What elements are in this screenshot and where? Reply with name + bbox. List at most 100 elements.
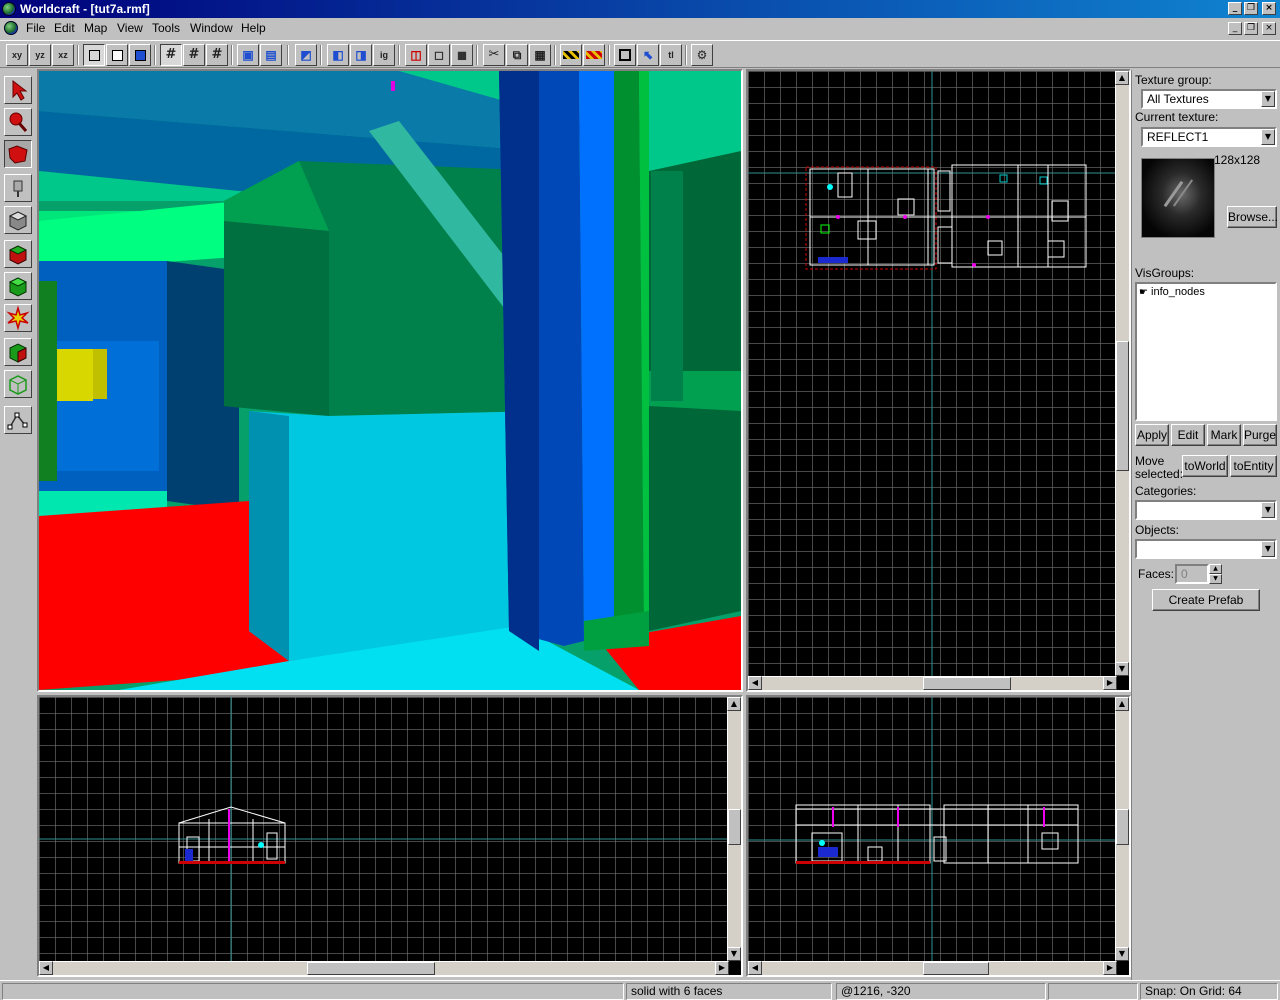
restore-button[interactable]: ❐ <box>1244 2 1258 15</box>
select-pointer-button[interactable]: ⬉ <box>637 44 659 66</box>
tie-to-entity-button[interactable]: ◩ <box>295 44 317 66</box>
scroll-thumb[interactable] <box>923 677 1011 690</box>
scroll-thumb[interactable] <box>1116 341 1129 471</box>
menu-view[interactable]: View <box>117 21 143 35</box>
magnify-tool[interactable] <box>4 108 32 136</box>
hide-selected-button[interactable]: ◧ <box>327 44 349 66</box>
path-tool[interactable] <box>4 406 32 434</box>
texture-lock-tl-button[interactable]: tl <box>660 44 682 66</box>
scroll-right-icon[interactable]: ▶ <box>1103 676 1117 690</box>
view-xz-button[interactable]: xz <box>52 44 74 66</box>
run-map-button[interactable]: ⚙ <box>691 44 713 66</box>
scroll-left-icon[interactable]: ◀ <box>748 961 762 975</box>
texture-lock-button[interactable] <box>560 44 582 66</box>
to-world-button[interactable]: toWorld <box>1182 455 1228 477</box>
view-xy-button[interactable]: xy <box>6 44 28 66</box>
chevron-down-icon[interactable]: ▼ <box>1261 541 1275 557</box>
objects-select[interactable]: ▼ <box>1135 539 1277 559</box>
chevron-down-icon[interactable]: ▼ <box>1261 502 1275 518</box>
scroll-right-icon[interactable]: ▶ <box>1103 961 1117 975</box>
viewport-front[interactable]: ▲ ▼ ◀ ▶ <box>37 695 743 977</box>
hide-unselected-button[interactable]: ◨ <box>350 44 372 66</box>
scroll-up-icon[interactable]: ▲ <box>1115 71 1129 85</box>
current-texture-select[interactable]: REFLECT1 ▼ <box>1141 127 1277 147</box>
scroll-down-icon[interactable]: ▼ <box>1115 947 1129 961</box>
front-view-vscrollbar[interactable]: ▲ ▼ <box>727 697 741 961</box>
block-tool[interactable] <box>4 206 32 234</box>
cut-button[interactable]: ✂ <box>483 44 505 66</box>
group-button[interactable]: ▣ <box>237 44 259 66</box>
wireframe-view-button[interactable] <box>83 44 105 66</box>
visgroups-list[interactable]: ☛ info_nodes <box>1135 282 1277 421</box>
selection-tool[interactable] <box>4 76 32 104</box>
clipping-tool[interactable] <box>4 338 32 366</box>
texture-group-select[interactable]: All Textures ▼ <box>1141 89 1277 109</box>
scroll-left-icon[interactable]: ◀ <box>748 676 762 690</box>
carve-button[interactable]: ◫ <box>405 44 427 66</box>
menu-tools[interactable]: Tools <box>152 21 180 35</box>
apply-texture-tool[interactable] <box>4 272 32 300</box>
apply-button[interactable]: Apply <box>1135 424 1169 446</box>
paste-button[interactable]: ▦ <box>529 44 551 66</box>
textured-view-button[interactable] <box>129 44 151 66</box>
copy-button[interactable]: ⧉ <box>506 44 528 66</box>
vertex-tool[interactable] <box>4 370 32 398</box>
ignore-groups-button[interactable]: ig <box>373 44 395 66</box>
categories-select[interactable]: ▼ <box>1135 500 1277 520</box>
scroll-left-icon[interactable]: ◀ <box>39 961 53 975</box>
view-yz-button[interactable]: yz <box>29 44 51 66</box>
chevron-down-icon[interactable]: ▼ <box>1261 91 1275 107</box>
grid-toggle-button[interactable]: # <box>160 44 182 66</box>
menu-edit[interactable]: Edit <box>54 21 75 35</box>
scroll-up-icon[interactable]: ▲ <box>1115 697 1129 711</box>
edit-button[interactable]: Edit <box>1171 424 1205 446</box>
scroll-up-icon[interactable]: ▲ <box>727 697 741 711</box>
to-entity-button[interactable]: toEntity <box>1230 455 1277 477</box>
scroll-thumb[interactable] <box>1116 809 1129 845</box>
side-view-hscrollbar[interactable]: ◀ ▶ <box>748 961 1117 975</box>
spin-up-icon[interactable]: ▲ <box>1209 564 1222 574</box>
create-prefab-button[interactable]: Create Prefab <box>1152 589 1260 611</box>
scroll-right-icon[interactable]: ▶ <box>715 961 729 975</box>
viewport-3d-camera[interactable] <box>37 69 743 692</box>
chevron-down-icon[interactable]: ▼ <box>1261 129 1275 145</box>
purge-button[interactable]: Purge <box>1243 424 1277 446</box>
faces-field[interactable]: 0 <box>1175 564 1209 584</box>
front-view-hscrollbar[interactable]: ◀ ▶ <box>39 961 729 975</box>
top-view-vscrollbar[interactable]: ▲ ▼ <box>1115 71 1129 676</box>
viewport-top[interactable]: ▲ ▼ ◀ ▶ <box>746 69 1131 692</box>
mdi-restore-button[interactable]: ❐ <box>1244 22 1258 35</box>
menu-window[interactable]: Window <box>190 21 233 35</box>
viewport-side[interactable]: ▲ ▼ ◀ ▶ <box>746 695 1131 977</box>
solid-button[interactable]: ◼ <box>451 44 473 66</box>
hollow-button[interactable]: ◻ <box>428 44 450 66</box>
scroll-down-icon[interactable]: ▼ <box>727 947 741 961</box>
smaller-grid-button[interactable]: # <box>183 44 205 66</box>
texture-scale-lock-button[interactable] <box>583 44 605 66</box>
menu-file[interactable]: File <box>26 21 45 35</box>
list-item[interactable]: ☛ info_nodes <box>1139 286 1205 298</box>
browse-button[interactable]: Browse... <box>1227 206 1278 228</box>
camera-tool[interactable] <box>4 140 32 168</box>
scroll-thumb[interactable] <box>728 809 741 845</box>
menu-map[interactable]: Map <box>84 21 107 35</box>
top-view-hscrollbar[interactable]: ◀ ▶ <box>748 676 1117 690</box>
side-view-vscrollbar[interactable]: ▲ ▼ <box>1115 697 1129 961</box>
mdi-minimize-button[interactable]: _ <box>1228 22 1242 35</box>
scroll-thumb[interactable] <box>307 962 435 975</box>
larger-grid-button[interactable]: # <box>206 44 228 66</box>
scroll-thumb[interactable] <box>923 962 989 975</box>
menu-help[interactable]: Help <box>241 21 266 35</box>
mdi-close-button[interactable]: × <box>1262 22 1276 35</box>
spin-down-icon[interactable]: ▼ <box>1209 574 1222 584</box>
mark-button[interactable]: Mark <box>1207 424 1241 446</box>
minimize-button[interactable]: _ <box>1228 2 1242 15</box>
select-box-button[interactable] <box>614 44 636 66</box>
decal-tool[interactable] <box>4 304 32 332</box>
texture-application-tool[interactable] <box>4 240 32 268</box>
flat-view-button[interactable] <box>106 44 128 66</box>
entity-tool[interactable] <box>4 174 32 202</box>
ungroup-button[interactable]: ▤ <box>260 44 282 66</box>
scroll-down-icon[interactable]: ▼ <box>1115 662 1129 676</box>
faces-spinner[interactable]: ▲ ▼ <box>1209 564 1222 584</box>
